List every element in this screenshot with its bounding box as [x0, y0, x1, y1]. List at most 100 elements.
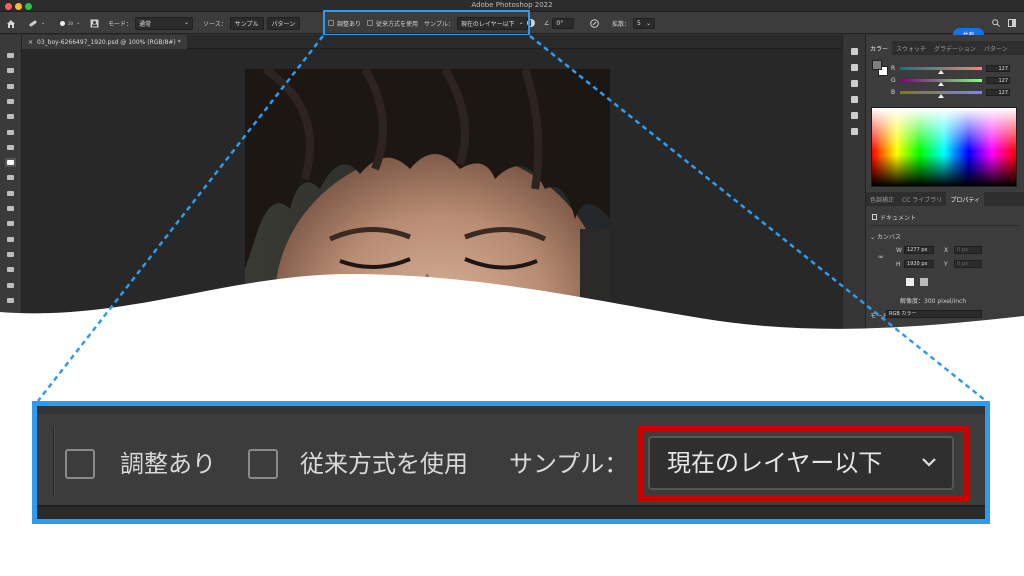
close-tab-icon[interactable]: × — [28, 39, 33, 46]
brush-icon — [7, 175, 14, 181]
lasso-icon — [7, 83, 14, 89]
home-button[interactable] — [6, 12, 16, 34]
panel-divider — [870, 225, 1020, 226]
slider-blue-value[interactable]: 127 — [986, 88, 1010, 96]
slider-green-value[interactable]: 127 — [986, 76, 1010, 84]
dodge-tool-button[interactable] — [5, 265, 16, 274]
y-label: Y — [944, 261, 948, 268]
document-photo[interactable] — [245, 69, 610, 340]
lasso-tool-button[interactable] — [5, 82, 16, 91]
history-brush-tool-button[interactable] — [5, 204, 16, 213]
height-label: H — [896, 261, 901, 268]
home-icon — [7, 19, 15, 28]
y-field[interactable]: 0 px — [954, 260, 982, 268]
angle-icon: ∠ — [544, 19, 550, 27]
source-pattern-button[interactable]: パターン — [266, 16, 301, 30]
slider-green-track[interactable] — [900, 78, 982, 86]
crop-tool-button[interactable] — [5, 112, 16, 121]
play-panel-button[interactable] — [849, 63, 860, 72]
slider-green-knob[interactable] — [938, 81, 944, 86]
comment-panel-button[interactable] — [849, 79, 860, 88]
document-icon — [872, 214, 877, 220]
adjust-panel-button[interactable] — [849, 111, 860, 120]
slider-blue-knob[interactable] — [938, 93, 944, 98]
clone-source-icon — [851, 128, 858, 135]
tab-color[interactable]: カラー — [866, 41, 893, 55]
slider-red-value[interactable]: 127 — [986, 64, 1010, 72]
source-label: ソース： — [203, 20, 227, 28]
x-field[interactable]: 0 px — [954, 246, 982, 254]
chevron-down-icon: ⌄ — [645, 19, 652, 27]
pen-tool-button[interactable] — [5, 281, 16, 290]
tab-swatches[interactable]: スウォッチ — [892, 41, 930, 55]
marquee-icon — [7, 68, 14, 74]
brush-settings-icon — [851, 96, 858, 103]
clone-source-icon — [90, 19, 99, 27]
boy-portrait-image — [245, 69, 610, 340]
tab-adjustments[interactable]: 色調補正 — [866, 192, 898, 206]
landscape-orientation-icon[interactable] — [920, 278, 928, 286]
pressure-button[interactable] — [590, 12, 599, 34]
slider-blue[interactable]: B 127 — [891, 88, 1021, 98]
spot-healing-tool-button[interactable] — [5, 158, 16, 168]
clone-source-panel-button[interactable] — [849, 127, 860, 136]
slider-red-label: R — [891, 64, 896, 72]
color-spectrum[interactable] — [871, 107, 1017, 187]
angle-value: 0° — [556, 19, 564, 27]
tab-cc-libraries[interactable]: CC ライブラリ — [898, 192, 946, 206]
tool-preset-picker[interactable]: ⌄ — [28, 12, 45, 34]
zoom-sample-label: サンプル： — [509, 450, 629, 478]
diffusion-select[interactable]: 5 ⌄ — [633, 17, 656, 29]
quick-select-tool-button[interactable] — [5, 97, 16, 106]
blur-tool-button[interactable] — [5, 250, 16, 259]
tab-gradients[interactable]: グラデーション — [930, 41, 980, 55]
eraser-icon — [7, 221, 14, 227]
zoom-bottom-strip — [37, 505, 985, 519]
brush-settings-panel-button[interactable] — [849, 95, 860, 104]
height-field[interactable]: 1920 px — [904, 260, 934, 268]
tab-properties[interactable]: プロパティ — [946, 192, 984, 206]
clone-source-panel-button[interactable] — [90, 12, 99, 34]
gradient-tool-button[interactable] — [5, 235, 16, 244]
color-mode-select[interactable]: RGB カラー — [886, 310, 982, 318]
brush-size-picker[interactable]: 20 ⌄ — [60, 12, 80, 34]
zoom-adjust-checkbox[interactable] — [65, 449, 95, 479]
slider-red[interactable]: R 127 — [891, 64, 1021, 74]
source-sample-button[interactable]: サンプル — [229, 16, 264, 30]
width-label: W — [896, 247, 902, 254]
tab-patterns[interactable]: パターン — [980, 41, 1012, 55]
frame-tool-button[interactable] — [5, 128, 16, 137]
path-select-tool-button[interactable] — [5, 311, 16, 320]
brush-tool-button[interactable] — [5, 173, 16, 182]
angle-input[interactable]: 0° — [552, 17, 575, 29]
link-icon[interactable]: ∞ — [878, 253, 884, 261]
slider-red-track[interactable] — [900, 66, 982, 74]
chevron-down-icon: ⌄ — [76, 20, 81, 26]
history-panel-button[interactable] — [849, 47, 860, 56]
search-button[interactable] — [992, 12, 1000, 34]
slider-red-knob[interactable] — [938, 69, 944, 74]
diffusion-value: 5 — [637, 19, 641, 27]
move-icon — [7, 53, 14, 58]
clone-stamp-tool-button[interactable] — [5, 189, 16, 198]
slider-green[interactable]: G 127 — [891, 76, 1021, 86]
eraser-tool-button[interactable] — [5, 219, 16, 228]
eyedropper-tool-button[interactable] — [5, 143, 16, 152]
foreground-color-swatch[interactable] — [872, 60, 882, 70]
move-tool-button[interactable] — [5, 51, 16, 60]
zoom-top-strip — [37, 406, 985, 414]
color-panel-tabs: カラー スウォッチ グラデーション パターン — [866, 41, 1024, 55]
document-tab[interactable]: × 03_boy-6266497_1920.psd @ 100% (RGB/8#… — [22, 35, 187, 49]
width-field[interactable]: 1277 px — [904, 246, 934, 254]
slider-blue-track[interactable] — [900, 90, 982, 98]
slider-blue-label: B — [891, 88, 896, 96]
canvas-section-header[interactable]: ⌄ カンバス — [870, 232, 901, 241]
mode-select[interactable]: 通常 ⌄ — [135, 16, 194, 30]
zoom-legacy-checkbox[interactable] — [248, 449, 278, 479]
portrait-orientation-icon[interactable] — [906, 278, 914, 286]
eyedropper-icon — [7, 144, 14, 150]
foreground-background-swatch[interactable] — [872, 60, 888, 76]
marquee-tool-button[interactable] — [5, 66, 16, 75]
type-tool-button[interactable] — [5, 296, 16, 305]
workspace-button[interactable] — [1008, 12, 1016, 34]
